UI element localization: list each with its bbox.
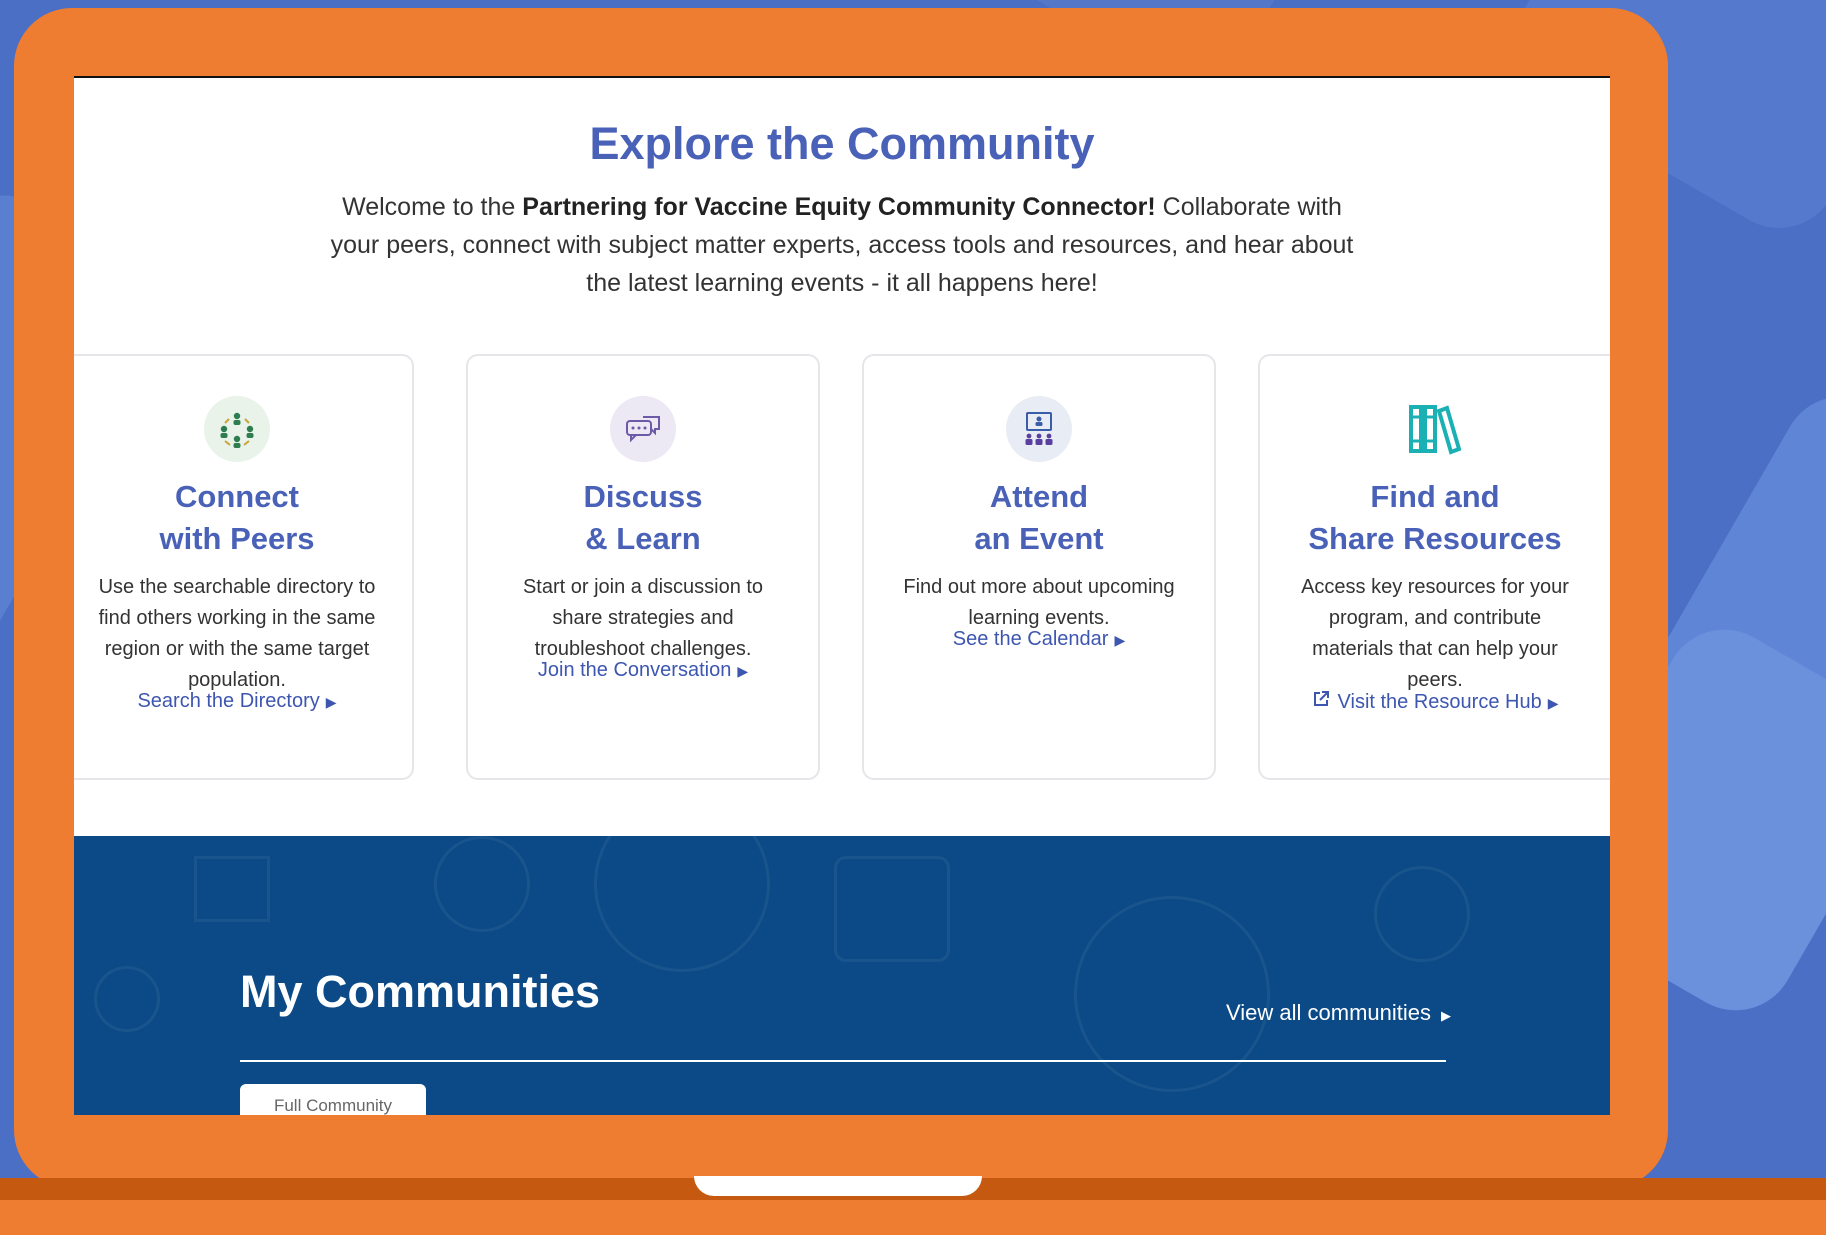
- card-share-resources: Find and Share Resources Access key resou…: [1258, 354, 1610, 780]
- card-discuss-learn: Discuss & Learn Start or join a discussio…: [466, 354, 820, 780]
- decorative-circle-icon: [594, 796, 770, 972]
- card-title: Attend an Event: [974, 479, 1104, 556]
- decorative-virus-icon: [1374, 866, 1470, 962]
- card-description: Use the searchable directory to find oth…: [98, 576, 376, 691]
- laptop-screen: Explore the Community Welcome to the Par…: [74, 76, 1610, 1115]
- decorative-clock-icon: [1074, 896, 1270, 1092]
- decorative-warning-icon: [194, 856, 270, 922]
- search-directory-link[interactable]: Search the Directory ▶: [74, 690, 412, 713]
- discussion-bubbles-icon: [610, 396, 676, 462]
- presentation-event-icon: [1006, 396, 1072, 462]
- books-icon: [1402, 396, 1468, 462]
- resource-hub-link[interactable]: Visit the Resource Hub ▶: [1260, 690, 1610, 714]
- laptop-base-bottom: [0, 1200, 1826, 1235]
- decorative-person-icon: [834, 856, 950, 962]
- card-attend-event: Attend an Event Find out more about upcom…: [862, 354, 1216, 780]
- decorative-plus-icon: [94, 966, 160, 1032]
- card-description: Find out more about upcoming learning ev…: [903, 576, 1175, 629]
- intro-program-name: Partnering for Vaccine Equity Community …: [522, 193, 1156, 221]
- intro-text: Welcome to the Partnering for Vaccine Eq…: [330, 193, 1354, 297]
- see-calendar-link[interactable]: See the Calendar ▶: [864, 628, 1214, 651]
- laptop-notch: [694, 1176, 982, 1196]
- page-title: Explore the Community: [589, 118, 1095, 169]
- card-description: Start or join a discussion to share stra…: [522, 576, 764, 660]
- join-conversation-link[interactable]: Join the Conversation ▶: [468, 659, 818, 682]
- decorative-microscope-icon: [434, 836, 530, 932]
- card-connect-peers: Connect with Peers Use the searchable dir…: [74, 354, 414, 780]
- caret-right-icon: ▶: [325, 694, 337, 710]
- card-title: Find and Share Resources: [1308, 479, 1562, 556]
- view-all-communities-link[interactable]: View all communities ▶: [1226, 1000, 1451, 1026]
- section-divider: [240, 1060, 1446, 1062]
- caret-right-icon: ▶: [1441, 1008, 1452, 1023]
- card-description: Access key resources for your program, a…: [1301, 576, 1569, 691]
- card-title: Discuss & Learn: [583, 479, 703, 556]
- my-communities-heading: My Communities: [240, 966, 601, 1017]
- caret-right-icon: ▶: [737, 663, 749, 679]
- connect-peers-icon: [204, 396, 270, 462]
- caret-right-icon: ▶: [1114, 632, 1126, 648]
- tab-full-community[interactable]: Full Community: [240, 1084, 426, 1115]
- card-title: Connect with Peers: [159, 479, 315, 556]
- caret-right-icon: ▶: [1547, 695, 1559, 711]
- external-link-icon: [1312, 690, 1330, 714]
